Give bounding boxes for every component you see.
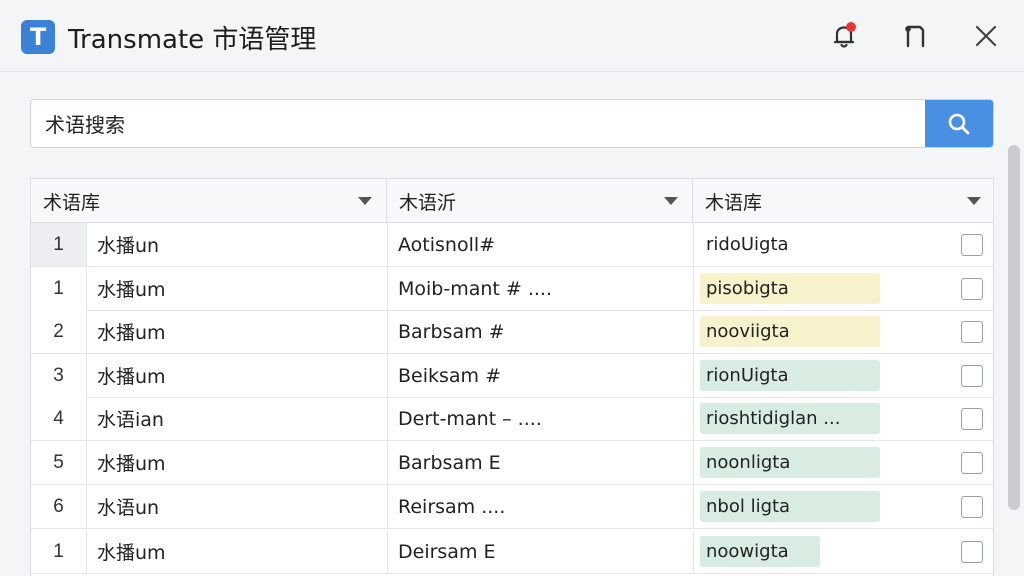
target-term: Barbsam # — [387, 310, 693, 353]
term-base-cell: rioshtidiglan ... — [693, 397, 993, 440]
table-row[interactable]: 6 水语un Reirsam .... nbol ligta — [31, 485, 993, 529]
term-base-chip: nbol ligta — [700, 491, 880, 522]
row-checkbox[interactable] — [961, 496, 983, 518]
column-header-label: 术语库 — [43, 191, 101, 214]
term-base-chip: rioshtidiglan ... — [700, 403, 880, 434]
source-term: 水播um — [97, 542, 166, 564]
term-base-chip: noonligta — [700, 447, 880, 478]
term-base-chip: nooviigta — [700, 316, 880, 347]
search-icon — [948, 113, 970, 134]
search-input[interactable] — [31, 100, 927, 147]
term-base-cell: noonligta — [693, 441, 993, 484]
source-term: 水播um — [97, 366, 166, 388]
term-table: 术语库 木语沂 木语库 1 水播un Aotisnoll# ridoUigta 1 水播u… — [30, 178, 994, 576]
target-term: Barbsam E — [387, 441, 693, 484]
chevron-down-icon[interactable] — [664, 197, 678, 205]
term-base-chip: ridoUigta — [706, 234, 789, 255]
row-checkbox[interactable] — [961, 278, 983, 300]
row-checkbox[interactable] — [961, 541, 983, 563]
term-base-cell: noowigta — [693, 530, 993, 573]
term-base-cell: nbol ligta — [693, 485, 993, 528]
search-button[interactable] — [925, 100, 993, 147]
source-term: 水语ian — [97, 409, 164, 431]
notification-dot — [846, 22, 856, 32]
term-base-chip: pisobigta — [700, 273, 880, 304]
table-row[interactable]: 4 水语ian Dert-mant – .... rioshtidiglan ... — [31, 397, 993, 441]
app-logo: T — [21, 20, 55, 54]
table-row[interactable]: 1 水播un Aotisnoll# ridoUigta — [31, 223, 993, 267]
row-number: 6 — [31, 485, 87, 528]
source-term: 水语un — [97, 497, 160, 519]
table-row[interactable]: 1 水播um Moib-mant # .... pisobigta — [31, 267, 993, 311]
table-row[interactable]: 3 水播um Beiksam # rionUigta — [31, 354, 993, 398]
row-checkbox[interactable] — [961, 452, 983, 474]
term-base-cell: rionUigta — [693, 354, 993, 397]
source-term: 水播um — [97, 453, 166, 475]
row-number: 1 — [31, 267, 87, 310]
chevron-down-icon[interactable] — [967, 197, 981, 205]
column-header-label: 木语沂 — [399, 191, 457, 214]
table-header: 术语库 木语沂 木语库 — [31, 179, 993, 223]
term-base-cell: ridoUigta — [693, 223, 993, 266]
row-checkbox[interactable] — [961, 408, 983, 430]
term-base-chip: rionUigta — [700, 360, 880, 391]
column-header-term-base-2[interactable]: 木语库 — [693, 179, 993, 223]
row-number: 1 — [31, 223, 87, 266]
column-header-term-target[interactable]: 木语沂 — [387, 179, 693, 223]
search-bar — [30, 99, 994, 148]
term-base-cell: nooviigta — [693, 310, 993, 353]
table-row[interactable]: 5 水播um Barbsam Enoonligta — [31, 441, 993, 485]
row-checkbox[interactable] — [961, 234, 983, 256]
row-number: 1 — [31, 530, 87, 573]
close-button[interactable] — [968, 18, 1004, 54]
vertical-scrollbar[interactable] — [1008, 145, 1020, 510]
column-header-term-base[interactable]: 术语库 — [31, 179, 387, 223]
row-number: 4 — [31, 397, 87, 440]
target-term: Dert-mant – .... — [387, 397, 693, 440]
target-term: Aotisnoll# — [387, 223, 693, 266]
column-header-label: 木语库 — [705, 191, 763, 214]
window-title: Transmate 市语管理 — [68, 25, 317, 55]
row-number: 5 — [31, 441, 87, 484]
source-term: 水播um — [97, 279, 166, 301]
title-bar: T Transmate 市语管理 — [0, 0, 1024, 72]
target-term: Beiksam # — [387, 354, 693, 397]
term-base-cell: pisobigta — [693, 267, 993, 310]
term-base-chip: noowigta — [700, 536, 820, 567]
table-row[interactable]: 2 水播um Barbsam # nooviigta — [31, 310, 993, 354]
target-term: Moib-mant # .... — [387, 267, 693, 310]
close-icon — [975, 25, 997, 47]
bell-icon — [833, 22, 856, 48]
row-checkbox[interactable] — [961, 365, 983, 387]
table-row[interactable]: 1 水播um Deirsam Enoowigta — [31, 530, 993, 574]
source-term: 水播un — [97, 235, 160, 257]
notification-button[interactable] — [826, 18, 862, 54]
pin-button[interactable] — [896, 18, 932, 54]
target-term: Deirsam E — [387, 530, 693, 573]
chevron-down-icon[interactable] — [358, 197, 372, 205]
pin-icon — [905, 25, 925, 48]
source-term: 水播um — [97, 322, 166, 344]
row-number: 2 — [31, 310, 87, 353]
row-checkbox[interactable] — [961, 321, 983, 343]
row-number: 3 — [31, 354, 87, 397]
target-term: Reirsam .... — [387, 485, 693, 528]
